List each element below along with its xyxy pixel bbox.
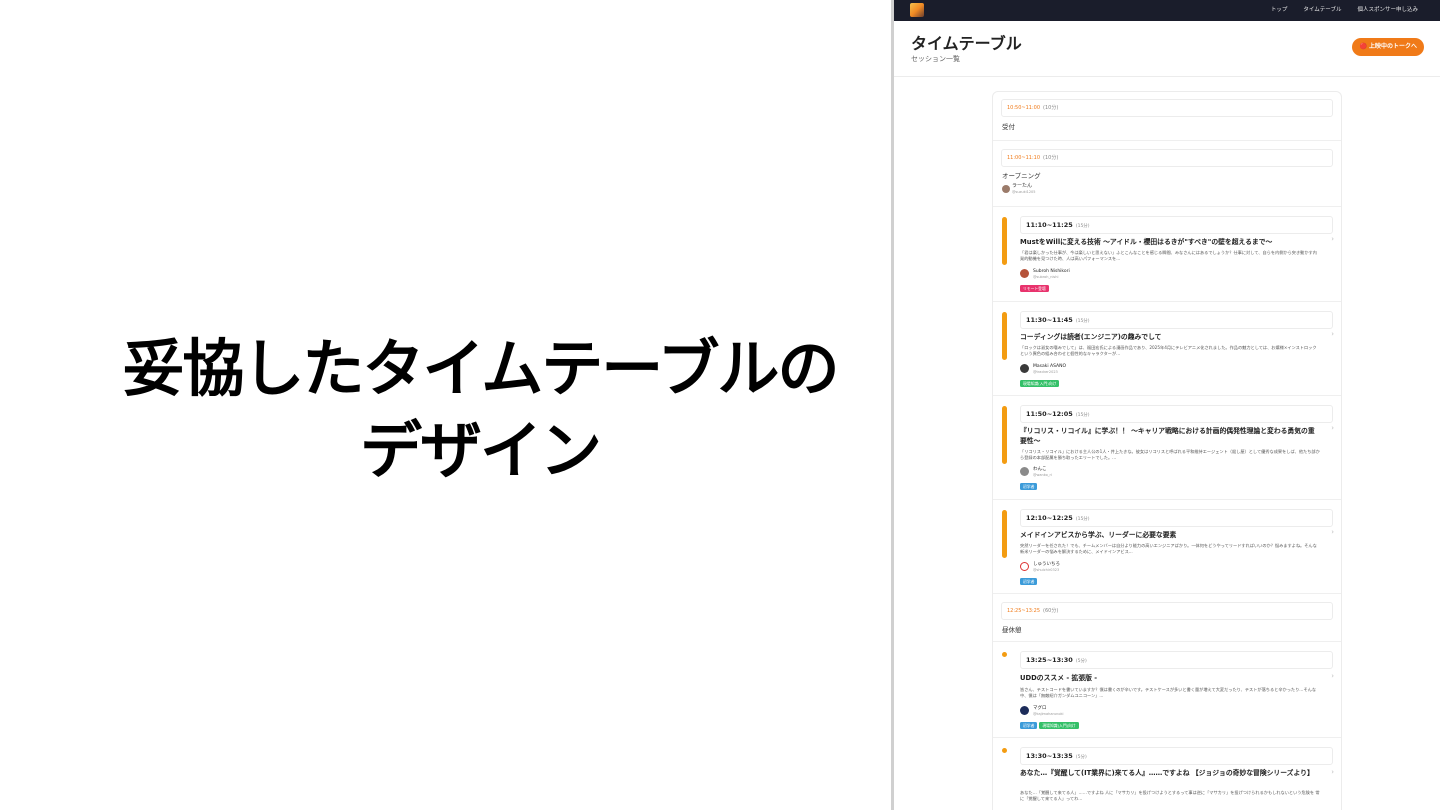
session-title[interactable]: 『リコリス・リコイル』に学ぶ！！ 〜キャリア戦略における計画的偶発性理論と変わる… <box>1020 426 1320 446</box>
nav-link-timetable[interactable]: タイムテーブル <box>1303 4 1341 16</box>
chevron-right-icon: › <box>1331 672 1334 680</box>
session-card[interactable]: 11:50~12:05 (15分) 『リコリス・リコイル』に学ぶ！！ 〜キャリア戦… <box>993 396 1341 500</box>
session-title[interactable]: メイドインアビスから学ぶ、リーダーに必要な要素 <box>1020 530 1320 540</box>
reception-block: 10:50~11:00 (10分) 受付 <box>993 92 1341 141</box>
session-time: 13:25~13:30 (5分) <box>1020 651 1333 669</box>
reception-time: 10:50~11:00 (10分) <box>1001 99 1333 117</box>
session-card[interactable]: 11:10~11:25 (15分) MustをWillに変える技術 〜アイドル・櫻… <box>993 207 1341 302</box>
slide-title-line2: デザイン <box>359 414 602 487</box>
speaker-handle: @kajimaharunoki <box>1033 712 1064 716</box>
opening-time: 11:00~11:10 (10分) <box>1001 149 1333 167</box>
chevron-right-icon: › <box>1331 330 1334 338</box>
timeline-card: 10:50~11:00 (10分) 受付 11:00~11:10 (10分) オープ… <box>992 91 1342 810</box>
session-indicator-bar <box>1002 217 1007 265</box>
session-card[interactable]: 12:10~12:25 (15分) メイドインアビスから学ぶ、リーダーに必要な要素… <box>993 500 1341 594</box>
session-indicator-bar <box>1002 312 1007 360</box>
chevron-right-icon: › <box>1331 235 1334 243</box>
break-time: 12:25~13:25 (60分) <box>1001 602 1333 620</box>
chevron-right-icon: › <box>1331 528 1334 536</box>
break-title: 昼休憩 <box>1002 626 1022 634</box>
avatar <box>1020 562 1029 571</box>
avatar <box>1020 269 1029 278</box>
session-description: 皆さん、テストコードを書いていますか？僕は書くのが辛いです。テストケースが多いと… <box>1020 687 1317 698</box>
navbar: トップ タイムテーブル 個人スポンサー申し込み <box>894 0 1440 21</box>
session-card[interactable]: 11:30~11:45 (15分) コーディングは読者(エンジニア)の趣みでして … <box>993 302 1341 396</box>
speaker-name: マグロ <box>1033 706 1047 711</box>
speaker-handle: @tracker2023 <box>1033 370 1058 374</box>
tag-badge: 現場知識(入門)向け <box>1020 380 1060 387</box>
avatar <box>1002 185 1010 193</box>
page-subtitle: セッション一覧 <box>911 55 960 63</box>
site-logo[interactable] <box>910 3 924 17</box>
session-time: 12:10~12:25 (15分) <box>1020 509 1333 527</box>
nav-links: トップ タイムテーブル 個人スポンサー申し込み <box>1271 4 1418 16</box>
session-tags: リモート登壇 <box>1020 285 1049 292</box>
avatar <box>1020 706 1029 715</box>
session-tags: 初学者 現場知識(入門)向け <box>1020 722 1079 729</box>
tag-badge: 現場知識(入門)向け <box>1039 722 1079 729</box>
session-tags: 初学者 <box>1020 578 1038 585</box>
session-description: 「君は楽しかった仕事が、今は楽しいと思えない」ふとこんなことを感じる瞬間、みなさ… <box>1020 250 1317 261</box>
tag-badge: 初学者 <box>1020 483 1038 490</box>
speaker-handle: @shuichir0323 <box>1033 568 1060 572</box>
session-title[interactable]: UDDのススメ - 拡張版 - <box>1020 673 1320 683</box>
slide-left-panel: 妥協したタイムテーブルの デザイン <box>0 0 893 810</box>
opening-title: オープニング <box>1002 172 1041 180</box>
slide-title-line1: 妥協したタイムテーブルの <box>122 332 839 405</box>
session-description: 「リコリス・リコイル」における主人公の1人・井上たきな。彼女はリコリスと呼ばれる… <box>1020 449 1320 460</box>
speaker-name: しゅういちろ <box>1033 562 1060 567</box>
speaker-handle: @wanko_ri <box>1033 473 1052 477</box>
avatar <box>1020 467 1029 476</box>
reception-title: 受付 <box>1002 123 1015 131</box>
session-indicator-dot <box>1002 652 1007 657</box>
session-card[interactable]: 13:25~13:30 (5分) UDDのススメ - 拡張版 - › 皆さん、テス… <box>993 642 1341 738</box>
live-talk-button[interactable]: 🔴 上映中のトークへ <box>1352 38 1424 56</box>
session-description: あなた…「覚醒して来てる人」……ですよね 人に「マサカリ」を投げつけようとするっ… <box>1020 790 1320 801</box>
header-divider <box>894 76 1440 77</box>
session-description: 突然リーダーを任された！でも、チームメンバーは自分より能力の高いエンジニアばかり… <box>1020 543 1317 554</box>
speaker-name: Subroh Nishikori <box>1033 269 1070 274</box>
tag-badge: 初学者 <box>1020 578 1038 585</box>
speaker-name: わんこ <box>1033 467 1047 472</box>
nav-link-top[interactable]: トップ <box>1271 4 1288 16</box>
opening-block: 11:00~11:10 (10分) オープニング ラーたん @suzuki1205 <box>993 141 1341 207</box>
session-title[interactable]: MustをWillに変える技術 〜アイドル・櫻田はるきが"すべき"の壁を超えるま… <box>1020 237 1320 247</box>
page-title: タイムテーブル <box>911 34 1022 53</box>
timetable-screenshot: トップ タイムテーブル 個人スポンサー申し込み タイムテーブル セッション一覧 … <box>894 0 1440 810</box>
tag-badge: リモート登壇 <box>1020 285 1049 292</box>
tag-badge: 初学者 <box>1020 722 1038 729</box>
chevron-right-icon: › <box>1331 768 1334 776</box>
avatar <box>1020 364 1029 373</box>
speaker-handle: @subroh_nishi <box>1033 275 1059 279</box>
session-indicator-bar <box>1002 510 1007 558</box>
session-time: 11:50~12:05 (15分) <box>1020 405 1333 423</box>
chevron-right-icon: › <box>1331 424 1334 432</box>
session-time: 13:30~13:35 (5分) <box>1020 747 1333 765</box>
session-time: 11:30~11:45 (15分) <box>1020 311 1333 329</box>
session-indicator-bar <box>1002 406 1007 464</box>
slide-title: 妥協したタイムテーブルの デザイン <box>40 328 920 492</box>
session-title[interactable]: コーディングは読者(エンジニア)の趣みでして <box>1020 332 1320 342</box>
speaker-handle: @suzuki1205 <box>1012 190 1036 194</box>
speaker-name: ラーたん <box>1012 183 1033 189</box>
session-tags: 現場知識(入門)向け <box>1020 380 1060 387</box>
session-description: 「ロックは淑女の嗜みでして」は、福田宏氏による漫画作品であり、2025年4月にテ… <box>1020 345 1317 356</box>
speaker-name: Masaki ASANO <box>1033 364 1067 369</box>
session-card[interactable]: 13:30~13:35 (5分) あなた…『覚醒して(IT業界に)来てる人』……で… <box>993 738 1341 810</box>
nav-link-sponsor[interactable]: 個人スポンサー申し込み <box>1357 4 1418 16</box>
break-block: 12:25~13:25 (60分) 昼休憩 <box>993 594 1341 642</box>
session-indicator-dot <box>1002 748 1007 753</box>
session-tags: 初学者 <box>1020 483 1038 490</box>
session-title[interactable]: あなた…『覚醒して(IT業界に)来てる人』……ですよね 【ジョジョの奇妙な冒険シ… <box>1020 768 1320 778</box>
session-time: 11:10~11:25 (15分) <box>1020 216 1333 234</box>
